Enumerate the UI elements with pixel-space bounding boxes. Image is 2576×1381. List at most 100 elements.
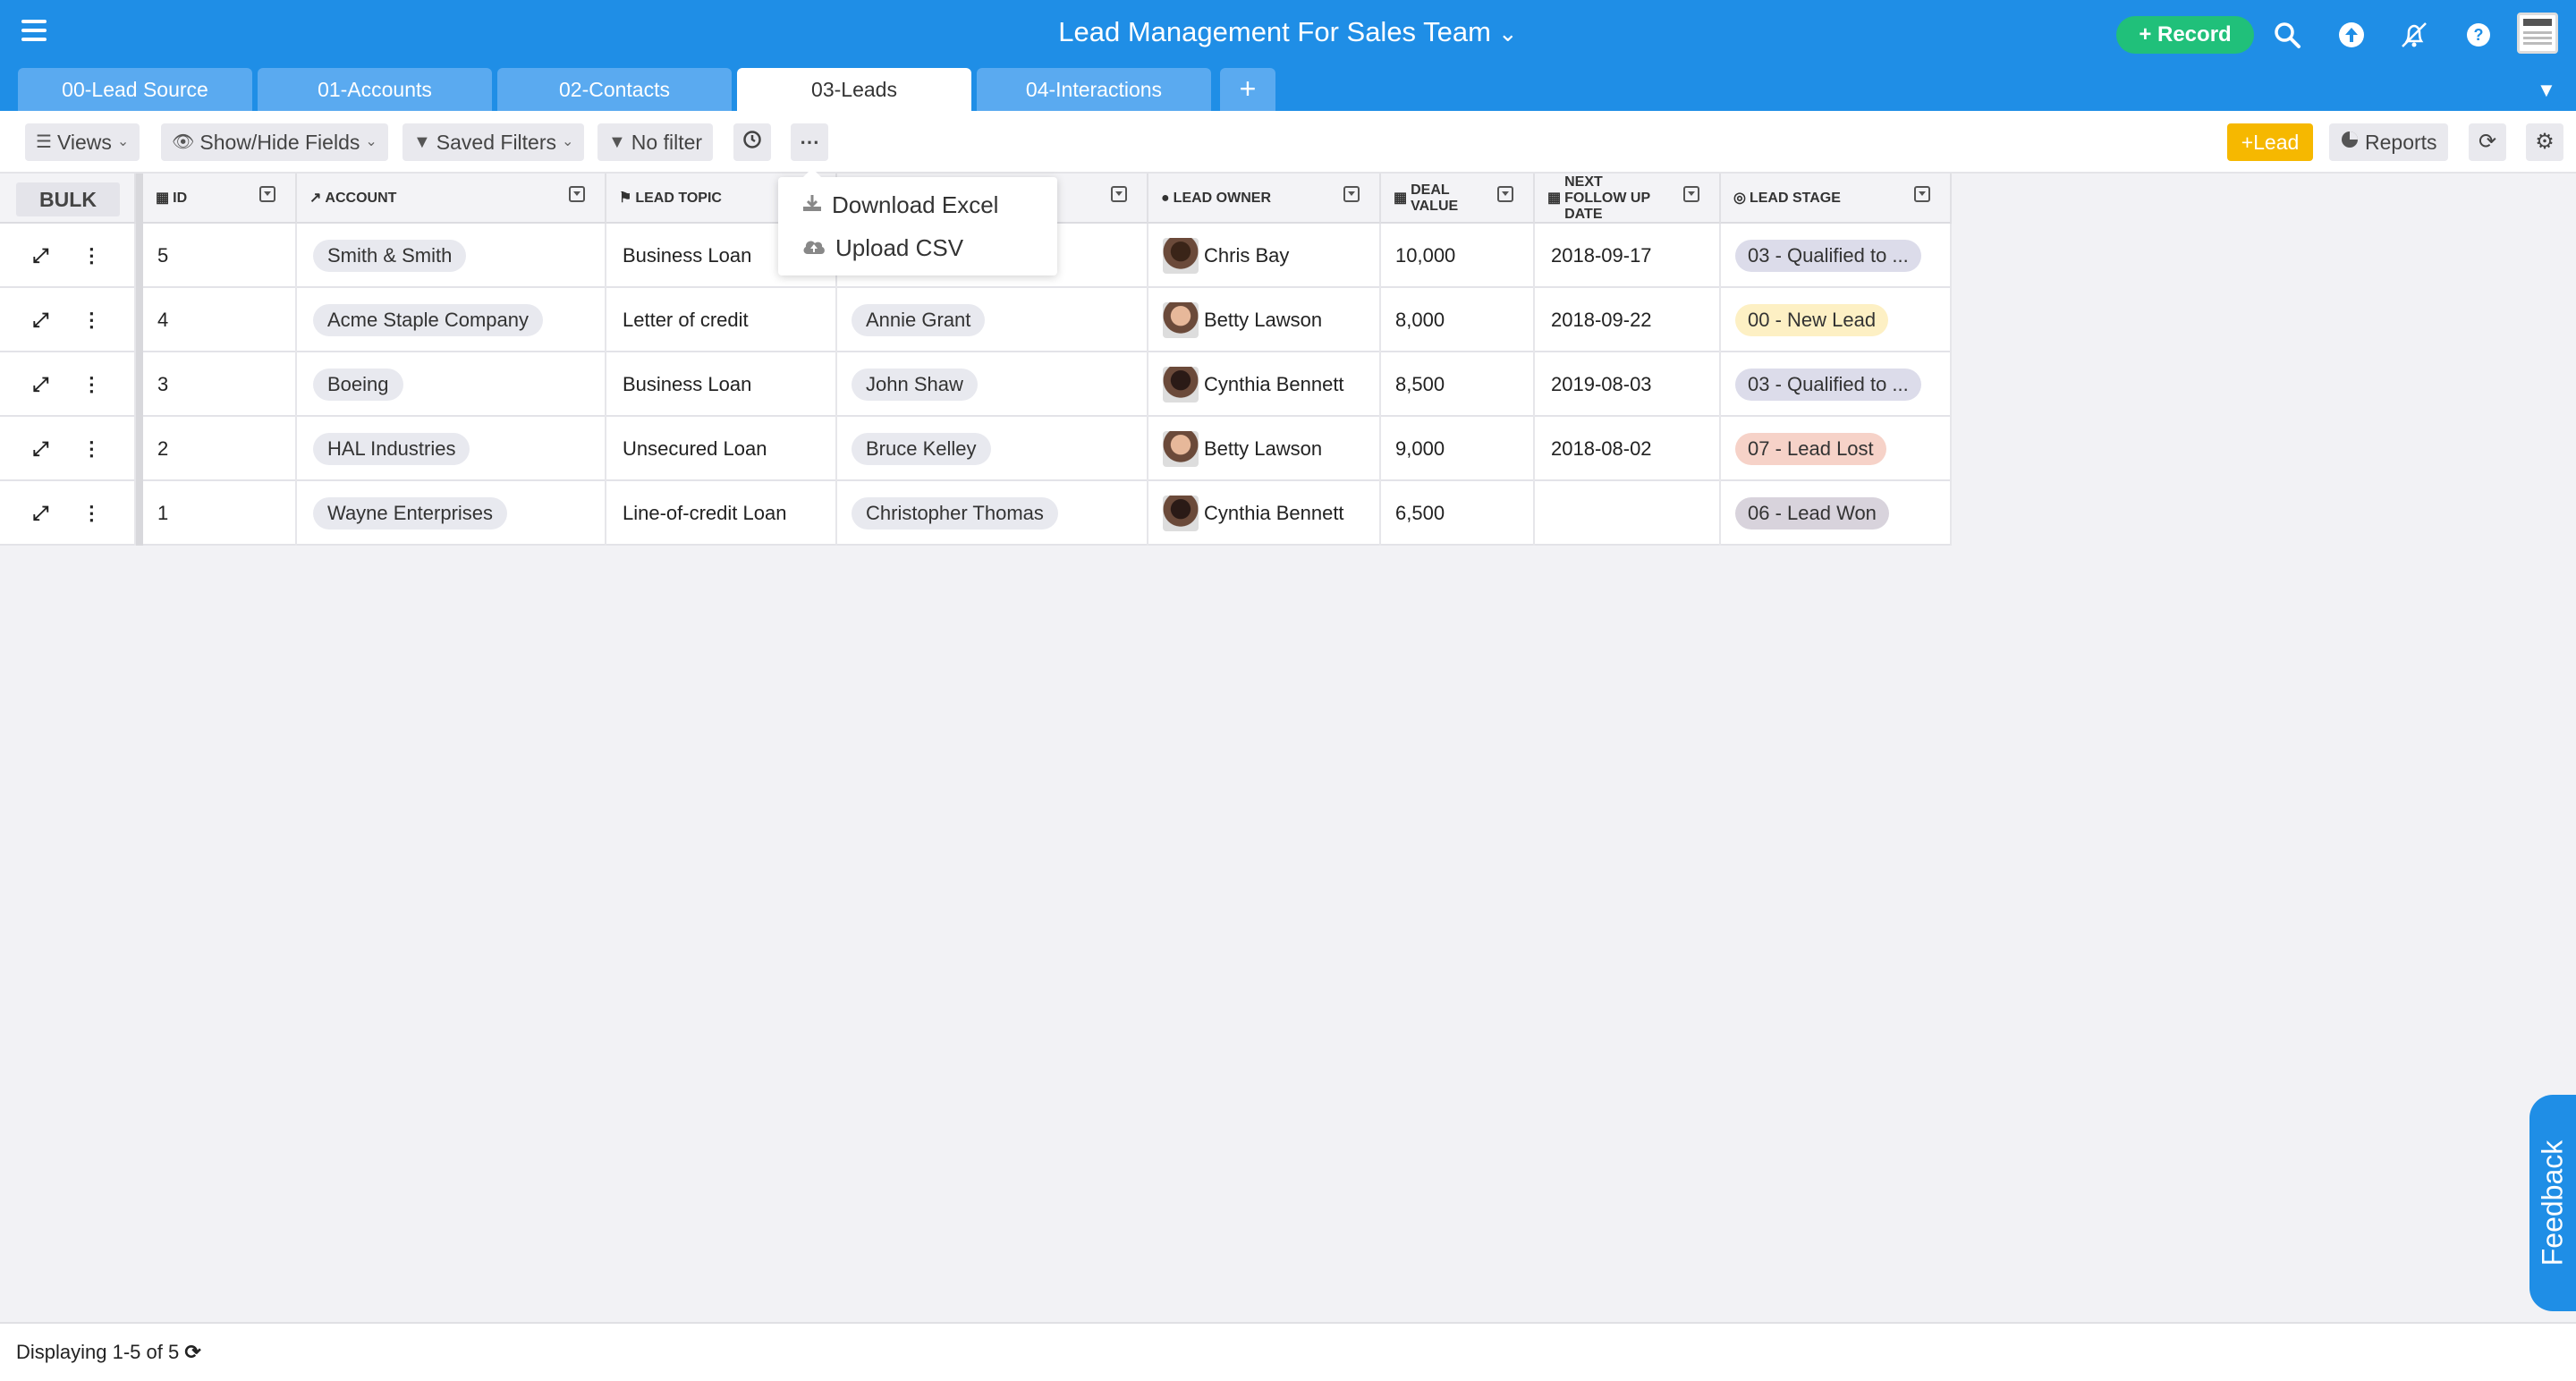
row-menu-icon[interactable]: ⋮	[81, 437, 101, 461]
notifications-off-icon[interactable]	[2397, 18, 2431, 52]
cell-id[interactable]: 5	[143, 224, 297, 288]
cell-lead-owner[interactable]: Cynthia Bennett	[1148, 481, 1381, 546]
cell-id[interactable]: 1	[143, 481, 297, 546]
expand-icon[interactable]: ⤢	[33, 502, 49, 525]
column-filter-icon[interactable]	[1497, 186, 1513, 202]
row-menu-icon[interactable]: ⋮	[81, 309, 101, 332]
cell-lead-stage[interactable]: 00 - New Lead	[1721, 288, 1952, 352]
cell-account[interactable]: Wayne Enterprises	[297, 481, 606, 546]
column-filter-icon[interactable]	[259, 186, 275, 202]
account-link[interactable]: Smith & Smith	[313, 240, 467, 272]
row-menu-icon[interactable]: ⋮	[81, 373, 101, 396]
cell-contact[interactable]: Annie Grant	[837, 288, 1148, 352]
expand-icon[interactable]: ⤢	[33, 244, 49, 267]
cell-lead-stage[interactable]: 03 - Qualified to ...	[1721, 352, 1952, 417]
upload-icon[interactable]	[2334, 18, 2368, 52]
add-record-button[interactable]: + Record	[2116, 16, 2254, 54]
expand-icon[interactable]: ⤢	[33, 373, 49, 396]
more-options-button[interactable]: ⋯	[791, 123, 828, 161]
account-link[interactable]: HAL Industries	[313, 433, 470, 465]
settings-button[interactable]: ⚙	[2526, 123, 2563, 161]
account-link[interactable]: Wayne Enterprises	[313, 497, 508, 530]
column-header-deal-value[interactable]: ▦ DEAL VALUE	[1381, 174, 1535, 224]
cell-lead-owner[interactable]: Betty Lawson	[1148, 417, 1381, 481]
cell-lead-owner[interactable]: Chris Bay	[1148, 224, 1381, 288]
help-icon[interactable]: ?	[2462, 18, 2496, 52]
tab-accounts[interactable]: 01-Accounts	[258, 68, 492, 111]
cell-account[interactable]: Acme Staple Company	[297, 288, 606, 352]
cell-next-follow-up[interactable]	[1535, 481, 1721, 546]
tabs-overflow-icon[interactable]: ▼	[2537, 79, 2556, 102]
user-avatar[interactable]	[2517, 13, 2558, 54]
contact-link[interactable]: John Shaw	[852, 369, 978, 401]
cell-lead-owner[interactable]: Cynthia Bennett	[1148, 352, 1381, 417]
no-filter-button[interactable]: ▼ No filter	[597, 123, 714, 161]
cell-next-follow-up[interactable]: 2018-08-02	[1535, 417, 1721, 481]
column-filter-icon[interactable]	[1914, 186, 1930, 202]
column-header-lead-stage[interactable]: ◎ LEAD STAGE	[1721, 174, 1952, 224]
add-tab-button[interactable]: +	[1220, 68, 1275, 111]
cell-next-follow-up[interactable]: 2018-09-22	[1535, 288, 1721, 352]
cell-lead-topic[interactable]: Unsecured Loan	[606, 417, 837, 481]
upload-csv-item[interactable]: Upload CSV	[801, 227, 963, 268]
cell-deal-value[interactable]: 10,000	[1381, 224, 1535, 288]
column-filter-icon[interactable]	[1683, 186, 1699, 202]
history-button[interactable]	[733, 123, 771, 161]
tab-lead-source[interactable]: 00-Lead Source	[18, 68, 252, 111]
cell-account[interactable]: HAL Industries	[297, 417, 606, 481]
tab-contacts[interactable]: 02-Contacts	[497, 68, 732, 111]
cell-deal-value[interactable]: 6,500	[1381, 481, 1535, 546]
refresh-icon[interactable]: ⟳	[184, 1341, 200, 1363]
cell-contact[interactable]: Bruce Kelley	[837, 417, 1148, 481]
cell-next-follow-up[interactable]: 2019-08-03	[1535, 352, 1721, 417]
cell-account[interactable]: Smith & Smith	[297, 224, 606, 288]
expand-icon[interactable]: ⤢	[33, 437, 49, 461]
column-header-account[interactable]: ↗ ACCOUNT	[297, 174, 606, 224]
contact-link[interactable]: Bruce Kelley	[852, 433, 991, 465]
reports-button[interactable]: Reports	[2329, 123, 2448, 161]
cell-contact[interactable]: John Shaw	[837, 352, 1148, 417]
cell-lead-topic[interactable]: Letter of credit	[606, 288, 837, 352]
cell-deal-value[interactable]: 8,000	[1381, 288, 1535, 352]
column-header-id[interactable]: ▦ ID	[143, 174, 297, 224]
cell-lead-topic[interactable]: Business Loan	[606, 352, 837, 417]
cell-id[interactable]: 3	[143, 352, 297, 417]
feedback-tab[interactable]: Feedback	[2529, 1095, 2576, 1311]
app-title-text: Lead Management For Sales Team	[1058, 16, 1491, 47]
cell-id[interactable]: 4	[143, 288, 297, 352]
contact-link[interactable]: Annie Grant	[852, 304, 986, 336]
cell-deal-value[interactable]: 8,500	[1381, 352, 1535, 417]
cell-contact[interactable]: Christopher Thomas	[837, 481, 1148, 546]
row-menu-icon[interactable]: ⋮	[81, 502, 101, 525]
refresh-button[interactable]: ⟳	[2469, 123, 2506, 161]
show-hide-fields-dropdown[interactable]: 👁 Show/Hide Fields ⌄	[161, 123, 388, 161]
cell-next-follow-up[interactable]: 2018-09-17	[1535, 224, 1721, 288]
cell-lead-owner[interactable]: Betty Lawson	[1148, 288, 1381, 352]
column-filter-icon[interactable]	[1111, 186, 1127, 202]
column-header-lead-owner[interactable]: ● LEAD OWNER	[1148, 174, 1381, 224]
cell-id[interactable]: 2	[143, 417, 297, 481]
tab-leads[interactable]: 03-Leads	[737, 68, 971, 111]
bulk-edit-button[interactable]: Bulk Edit	[16, 182, 120, 245]
tab-interactions[interactable]: 04-Interactions	[977, 68, 1211, 111]
cell-lead-stage[interactable]: 07 - Lead Lost	[1721, 417, 1952, 481]
download-excel-item[interactable]: Download Excel	[801, 184, 998, 225]
cell-lead-topic[interactable]: Line-of-credit Loan	[606, 481, 837, 546]
column-filter-icon[interactable]	[1343, 186, 1360, 202]
expand-icon[interactable]: ⤢	[33, 309, 49, 332]
account-link[interactable]: Acme Staple Company	[313, 304, 543, 336]
column-header-next-follow-up[interactable]: ▦ NEXT FOLLOW UP DATE	[1535, 174, 1721, 224]
cell-account[interactable]: Boeing	[297, 352, 606, 417]
cell-lead-stage[interactable]: 03 - Qualified to ...	[1721, 224, 1952, 288]
record-button-label: Record	[2157, 22, 2232, 47]
add-lead-button[interactable]: +Lead	[2227, 123, 2313, 161]
search-icon[interactable]	[2270, 18, 2304, 52]
column-filter-icon[interactable]	[569, 186, 585, 202]
account-link[interactable]: Boeing	[313, 369, 403, 401]
saved-filters-dropdown[interactable]: ▼ Saved Filters ⌄	[402, 123, 585, 161]
cell-lead-stage[interactable]: 06 - Lead Won	[1721, 481, 1952, 546]
views-dropdown[interactable]: ☰ Views ⌄	[25, 123, 140, 161]
contact-link[interactable]: Christopher Thomas	[852, 497, 1058, 530]
row-menu-icon[interactable]: ⋮	[81, 244, 101, 267]
cell-deal-value[interactable]: 9,000	[1381, 417, 1535, 481]
